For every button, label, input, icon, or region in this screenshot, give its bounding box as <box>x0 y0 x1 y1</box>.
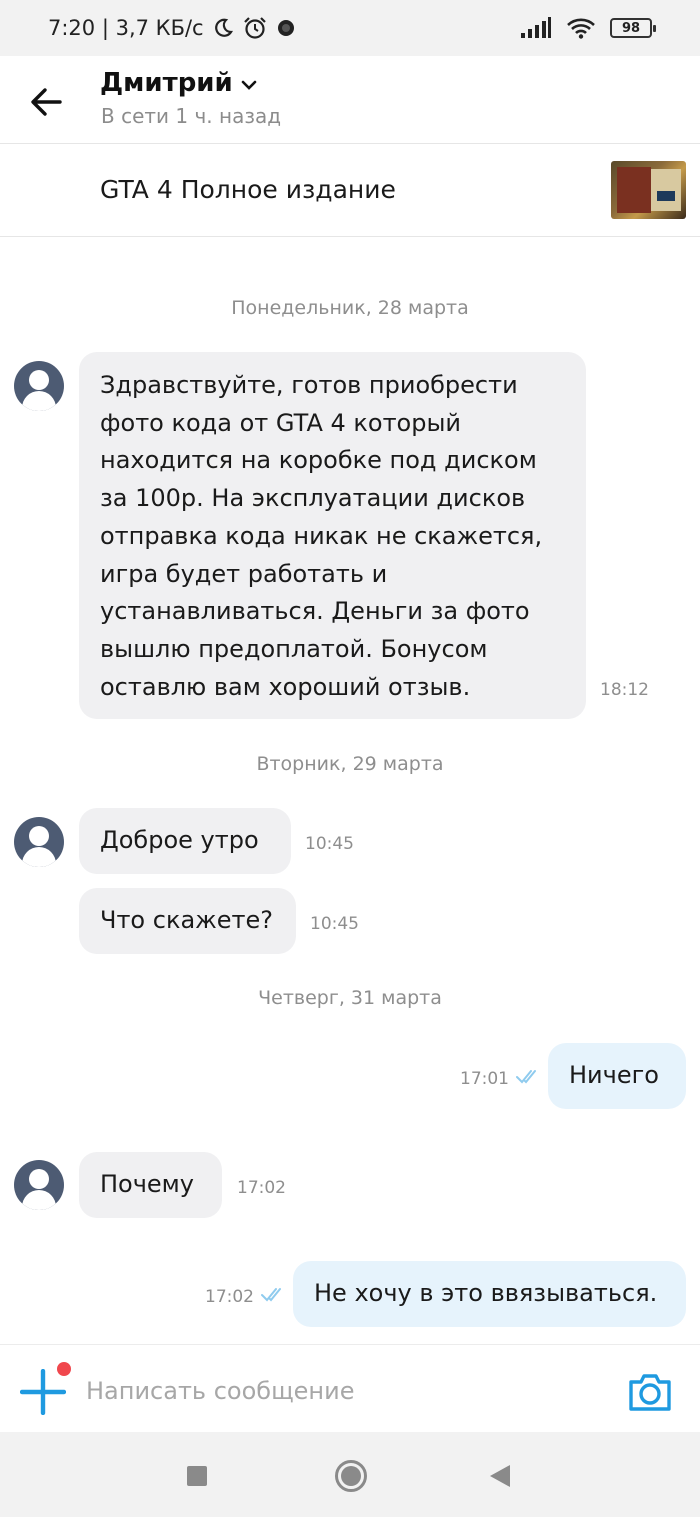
message-bubble-incoming[interactable]: Здравствуйте, готов приобрести фото кода… <box>79 352 586 719</box>
back-nav-icon[interactable] <box>488 1463 512 1493</box>
message-time: 18:12 <box>600 680 649 700</box>
double-check-icon <box>516 1068 542 1090</box>
message-time: 10:45 <box>305 834 354 854</box>
status-right: 98 <box>520 17 656 39</box>
message-input[interactable] <box>86 1369 596 1413</box>
chevron-down-icon <box>241 68 257 98</box>
message-text: Не хочу в это ввязываться. <box>314 1279 658 1307</box>
message-bubble-outgoing[interactable]: Ничего <box>548 1043 686 1109</box>
message-text: Ничего <box>569 1061 659 1089</box>
contact-status: В сети 1 ч. назад <box>101 104 282 128</box>
date-separator: Четверг, 31 марта <box>258 987 442 1009</box>
avatar[interactable] <box>14 817 64 867</box>
notification-dot <box>57 1362 71 1376</box>
double-check-icon <box>261 1286 287 1308</box>
battery-icon: 98 <box>610 18 656 38</box>
avatar[interactable] <box>14 361 64 411</box>
arrow-left-icon[interactable] <box>28 84 72 120</box>
message-text: Почему <box>100 1170 194 1198</box>
contact-name-button[interactable]: Дмитрий <box>100 68 257 98</box>
contact-name: Дмитрий <box>100 68 233 98</box>
listing-title: GTA 4 Полное издание <box>100 175 396 204</box>
message-bubble-outgoing[interactable]: Не хочу в это ввязываться. <box>293 1261 686 1327</box>
alarm-icon <box>242 16 268 40</box>
message-text: Доброе утро <box>100 826 259 854</box>
message-time: 17:02 <box>205 1287 254 1307</box>
status-bar: 7:20 | 3,7 КБ/с 98 <box>0 0 700 56</box>
system-nav-bar <box>0 1432 700 1517</box>
moon-icon <box>212 17 234 39</box>
date-separator: Вторник, 29 марта <box>256 753 444 775</box>
chat-header: Дмитрий В сети 1 ч. назад <box>0 56 700 144</box>
date-separator: Понедельник, 28 марта <box>231 297 469 319</box>
message-time: 17:01 <box>460 1069 509 1089</box>
message-input-bar <box>0 1344 700 1432</box>
listing-thumbnail[interactable] <box>611 161 686 219</box>
status-left: 7:20 | 3,7 КБ/с <box>48 16 296 40</box>
signal-icon <box>520 17 552 39</box>
plus-icon[interactable] <box>19 1368 67 1416</box>
message-time: 17:02 <box>237 1178 286 1198</box>
notification-dot-icon <box>276 18 296 38</box>
listing-bar[interactable]: GTA 4 Полное издание <box>0 144 700 237</box>
wifi-icon <box>566 17 596 39</box>
message-text: Здравствуйте, готов приобрести фото кода… <box>100 371 543 701</box>
camera-icon[interactable] <box>627 1372 673 1412</box>
message-bubble-incoming[interactable]: Почему <box>79 1152 222 1218</box>
home-icon[interactable] <box>334 1459 368 1497</box>
message-text: Что скажете? <box>100 906 274 934</box>
message-bubble-incoming[interactable]: Что скажете? <box>79 888 296 954</box>
message-time: 10:45 <box>310 914 359 934</box>
avatar[interactable] <box>14 1160 64 1210</box>
recent-apps-icon[interactable] <box>186 1465 208 1491</box>
message-bubble-incoming[interactable]: Доброе утро <box>79 808 291 874</box>
status-time-speed: 7:20 | 3,7 КБ/с <box>48 16 204 40</box>
